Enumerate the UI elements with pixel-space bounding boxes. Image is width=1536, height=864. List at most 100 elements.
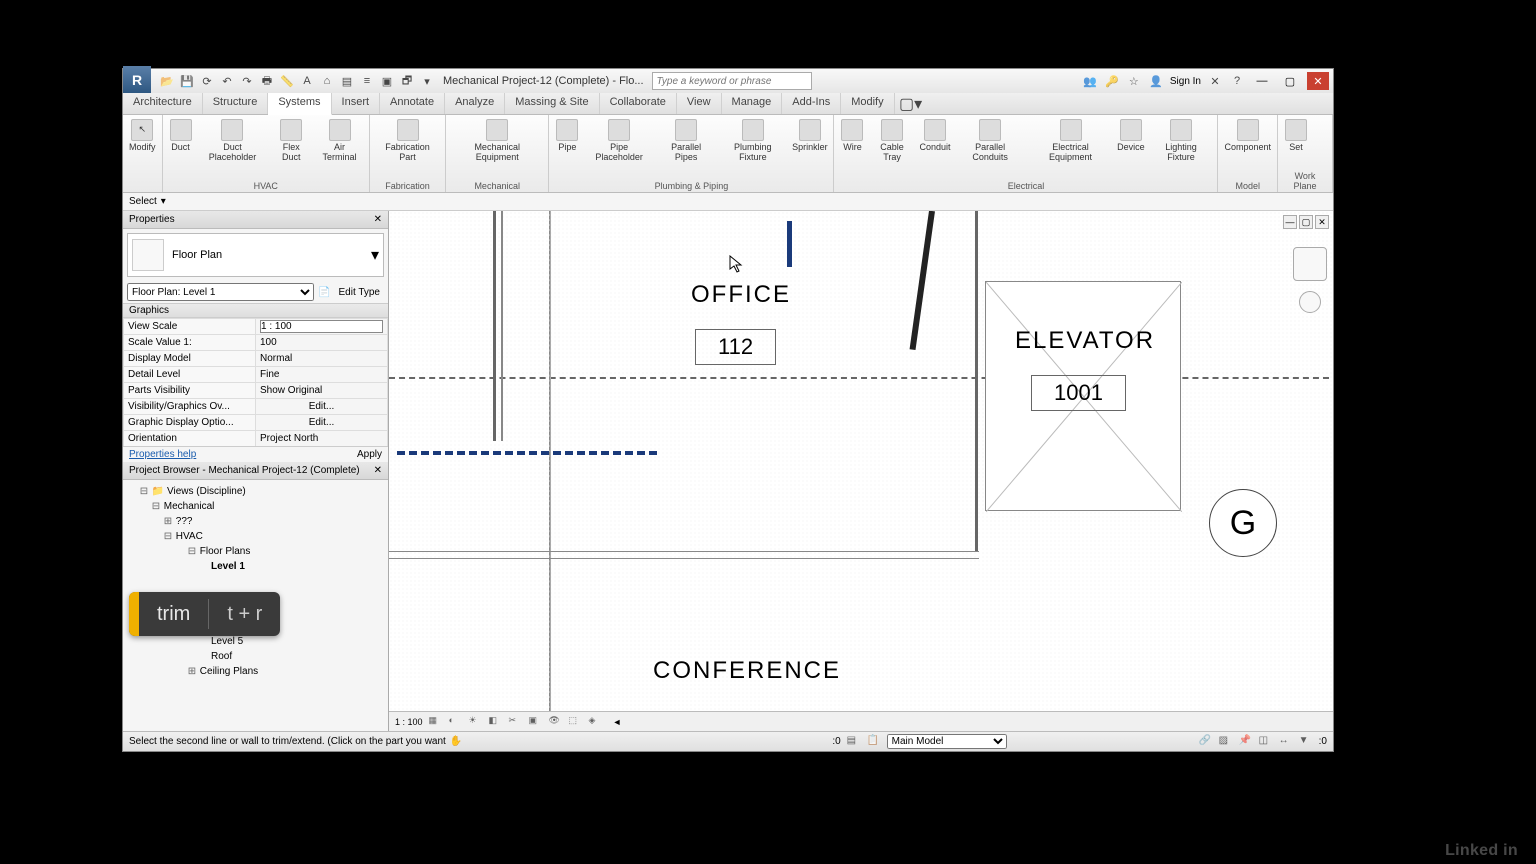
switch-icon[interactable]: 🗗 — [399, 73, 415, 89]
collapse-icon[interactable]: ⊟ — [151, 499, 161, 514]
browser-close-icon[interactable]: ✕ — [374, 465, 382, 476]
tab-extra-icon[interactable]: ▢▾ — [903, 96, 919, 112]
fabrication-button[interactable]: Fabrication Part — [374, 117, 441, 180]
panel-title-hvac[interactable]: HVAC — [167, 180, 365, 192]
close-view-icon[interactable]: ✕ — [1315, 215, 1329, 229]
section-icon[interactable]: ▤ — [339, 73, 355, 89]
tree-item[interactable]: Roof — [127, 649, 384, 664]
apply-button[interactable]: Apply — [357, 449, 382, 460]
tab-collaborate[interactable]: Collaborate — [600, 93, 677, 114]
tree-item[interactable]: ⊟ 📁 Views (Discipline) — [127, 484, 384, 499]
tab-annotate[interactable]: Annotate — [380, 93, 445, 114]
tab-architecture[interactable]: Architecture — [123, 93, 203, 114]
tab-insert[interactable]: Insert — [332, 93, 381, 114]
tree-item[interactable]: ⊟ Mechanical — [127, 499, 384, 514]
select-face-icon[interactable]: ◫ — [1259, 735, 1273, 749]
exchange-icon[interactable]: ✕ — [1207, 73, 1223, 89]
table-row[interactable]: Graphic Display Optio...Edit... — [124, 415, 388, 431]
table-row[interactable]: View Scale — [124, 319, 388, 335]
measure-icon[interactable]: 📏 — [279, 73, 295, 89]
duct-placeholder-button[interactable]: Duct Placeholder — [197, 117, 269, 180]
tree-item[interactable]: Level 5 — [127, 634, 384, 649]
undo-icon[interactable]: ↶ — [219, 73, 235, 89]
close-button[interactable]: ✕ — [1307, 72, 1329, 90]
tree-item-active[interactable]: Level 1 — [127, 559, 384, 574]
selected-wall-segment[interactable] — [787, 221, 792, 267]
view-scale[interactable]: 1 : 100 — [395, 717, 423, 727]
nav-cube[interactable] — [1293, 247, 1327, 281]
editable-only-icon[interactable]: ▤ — [847, 735, 861, 749]
lighting-fixture-button[interactable]: Lighting Fixture — [1148, 117, 1213, 180]
expand-icon[interactable]: ⊞ — [163, 514, 173, 529]
redo-icon[interactable]: ↷ — [239, 73, 255, 89]
table-row[interactable]: Visibility/Graphics Ov...Edit... — [124, 399, 388, 415]
flex-duct-button[interactable]: Flex Duct — [270, 117, 312, 180]
app-icon[interactable]: R — [123, 66, 151, 94]
tree-item[interactable]: ⊟ HVAC — [127, 529, 384, 544]
drag-icon[interactable]: ↔ — [1279, 735, 1293, 749]
main-model-select[interactable]: Main Model — [887, 734, 1007, 749]
sun-path-icon[interactable]: ☀ — [469, 715, 483, 729]
mech-equipment-button[interactable]: Mechanical Equipment — [450, 117, 544, 180]
table-row[interactable]: Display ModelNormal — [124, 351, 388, 367]
filter-icon[interactable]: ▼ — [1299, 735, 1313, 749]
select-pinned-icon[interactable]: 📌 — [1239, 735, 1253, 749]
tree-item[interactable]: ⊞ Ceiling Plans — [127, 664, 384, 679]
sync-icon[interactable]: ⟳ — [199, 73, 215, 89]
air-terminal-button[interactable]: Air Terminal — [314, 117, 365, 180]
table-row[interactable]: Detail LevelFine — [124, 367, 388, 383]
properties-help-link[interactable]: Properties help — [129, 449, 196, 460]
panel-title-wp[interactable]: Work Plane — [1282, 170, 1328, 192]
component-button[interactable]: Component — [1222, 117, 1273, 180]
thin-lines-icon[interactable]: ≡ — [359, 73, 375, 89]
tab-systems[interactable]: Systems — [268, 93, 331, 115]
sprinkler-button[interactable]: Sprinkler — [790, 117, 829, 180]
workset-indicator[interactable]: :0 — [832, 736, 840, 747]
select-underlay-icon[interactable]: ▨ — [1219, 735, 1233, 749]
panel-title-fab[interactable]: Fabrication — [374, 180, 441, 192]
key-icon[interactable]: 🔑 — [1104, 73, 1120, 89]
reveal-icon[interactable]: ◈ — [589, 715, 603, 729]
save-icon[interactable]: 💾 — [179, 73, 195, 89]
modify-tool[interactable]: ↖Modify — [127, 117, 158, 180]
set-button[interactable]: Set — [1282, 117, 1310, 170]
edit-button[interactable]: Edit... — [256, 415, 388, 431]
steering-wheel-icon[interactable] — [1299, 291, 1321, 313]
crop-visible-icon[interactable]: ▣ — [529, 715, 543, 729]
collapse-icon[interactable]: ⊟ — [163, 529, 173, 544]
edit-type-icon[interactable]: 📄 — [318, 287, 330, 298]
chevron-down-icon[interactable]: ▾ — [371, 245, 379, 265]
scroll-left-icon[interactable]: ◄ — [613, 717, 622, 727]
tab-massing-site[interactable]: Massing & Site — [505, 93, 599, 114]
duct-button[interactable]: Duct — [167, 117, 195, 180]
help-icon[interactable]: ? — [1229, 73, 1245, 89]
tab-view[interactable]: View — [677, 93, 722, 114]
drawing-canvas[interactable]: — ▢ ✕ OFFICE 112 — [389, 211, 1333, 711]
tab-add-ins[interactable]: Add-Ins — [782, 93, 841, 114]
user-icon[interactable]: 👤 — [1148, 73, 1164, 89]
search-input[interactable] — [652, 72, 812, 90]
select-dropdown[interactable]: Select — [129, 196, 157, 207]
chevron-down-icon[interactable]: ▾ — [161, 196, 166, 207]
instance-select[interactable]: Floor Plan: Level 1 — [127, 283, 314, 301]
design-options-icon[interactable]: 📋 — [867, 735, 881, 749]
print-icon[interactable]: 🖶 — [259, 73, 275, 89]
panel-title-elec[interactable]: Electrical — [838, 180, 1213, 192]
maximize-view-icon[interactable]: ▢ — [1299, 215, 1313, 229]
parallel-pipes-button[interactable]: Parallel Pipes — [657, 117, 716, 180]
table-row[interactable]: OrientationProject North — [124, 431, 388, 447]
pipe-button[interactable]: Pipe — [553, 117, 581, 180]
open-icon[interactable]: 📂 — [159, 73, 175, 89]
tab-modify[interactable]: Modify — [841, 93, 894, 114]
collapse-icon[interactable]: ⊟ — [187, 544, 197, 559]
tab-structure[interactable]: Structure — [203, 93, 269, 114]
detail-level-icon[interactable]: ▦ — [429, 715, 443, 729]
cable-tray-button[interactable]: Cable Tray — [868, 117, 915, 180]
parallel-conduits-button[interactable]: Parallel Conduits — [954, 117, 1025, 180]
edit-type-button[interactable]: Edit Type — [334, 286, 384, 299]
select-link-icon[interactable]: 🔗 — [1199, 735, 1213, 749]
pipe-placeholder-button[interactable]: Pipe Placeholder — [583, 117, 654, 180]
selected-line[interactable] — [397, 451, 657, 455]
tab-manage[interactable]: Manage — [722, 93, 783, 114]
close-views-icon[interactable]: ▣ — [379, 73, 395, 89]
